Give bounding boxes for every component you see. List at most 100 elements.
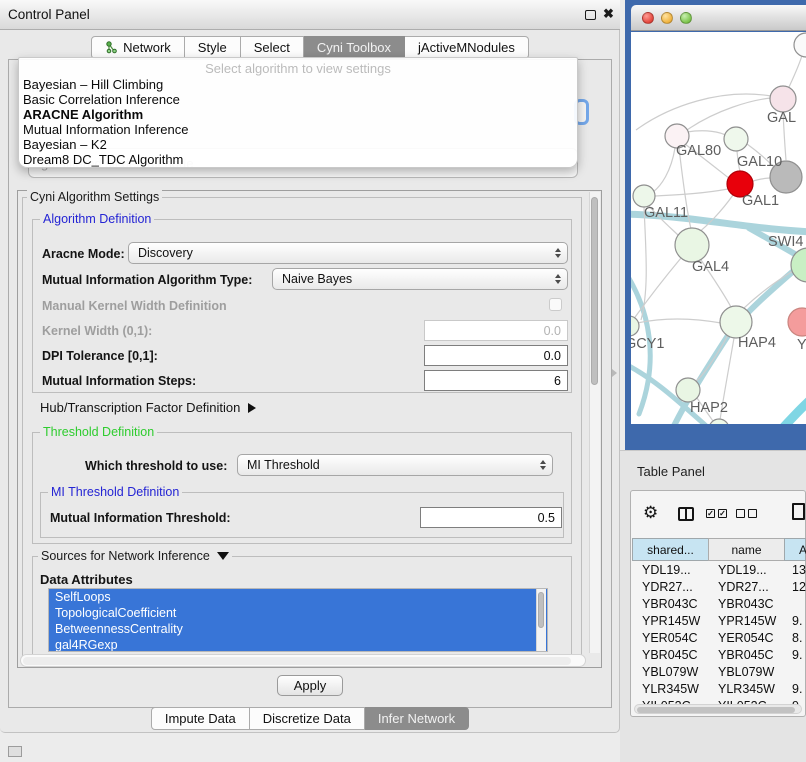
algorithm-option[interactable]: Mutual Information Inference [23, 123, 573, 138]
deselect-all-checkbox-icon[interactable] [736, 509, 745, 518]
dpi-tolerance-field[interactable]: 0.0 [424, 345, 568, 366]
tab-impute-data[interactable]: Impute Data [151, 707, 250, 730]
aracne-mode-combo[interactable]: Discovery [128, 242, 568, 264]
mi-type-value: Naive Bayes [282, 272, 352, 286]
edge [753, 178, 770, 181]
expanded-arrow-icon [217, 552, 229, 560]
network-canvas[interactable]: GAL GAL80 GAL10 GAL1 GAL11 SWI4 GAL4 GCY… [631, 32, 806, 424]
data-attributes-label: Data Attributes [40, 572, 133, 587]
attribute-item-selected[interactable]: gal4RGexp [49, 637, 547, 652]
document-icon[interactable] [792, 503, 805, 520]
scrollbar-thumb[interactable] [538, 592, 544, 628]
algorithm-option-selected[interactable]: ARACNE Algorithm [23, 108, 573, 123]
table-settings-gear-icon[interactable]: ⚙ [643, 503, 658, 523]
algorithm-option[interactable]: Basic Correlation Inference [23, 93, 573, 108]
cell: 9. [792, 682, 802, 696]
network-window-titlebar[interactable] [631, 5, 806, 31]
edge [633, 258, 681, 320]
close-traffic-light-icon[interactable] [642, 12, 654, 24]
node[interactable] [676, 378, 700, 402]
node[interactable] [631, 316, 639, 336]
table-row[interactable]: YBR045CYBR045C9. [632, 648, 806, 665]
node[interactable] [788, 308, 806, 336]
algorithm-dropdown-placeholder: Select algorithm to view settings [19, 61, 577, 76]
tab-network[interactable]: Network [91, 36, 185, 59]
tab-jactivemnodules-label: jActiveMNodules [418, 40, 515, 55]
node-label: Y [797, 337, 806, 353]
settings-horizontal-scrollbar[interactable] [20, 654, 586, 667]
tab-jactivemnodules[interactable]: jActiveMNodules [405, 36, 529, 59]
table-row[interactable]: YDL19...YDL19...13 [632, 563, 806, 580]
bottom-tab-bar: Impute Data Discretize Data Infer Networ… [0, 707, 620, 730]
node[interactable] [770, 86, 796, 112]
deselect-all-checkbox-icon[interactable] [748, 509, 757, 518]
cell: YPR145W [718, 614, 776, 628]
cell: YBR043C [718, 597, 774, 611]
node[interactable] [675, 228, 709, 262]
select-all-checkbox-icon[interactable]: ✓ [706, 509, 715, 518]
table-row[interactable]: YBR043CYBR043C [632, 597, 806, 614]
show-columns-icon[interactable] [678, 507, 694, 521]
table-horizontal-scrollbar[interactable] [634, 704, 802, 714]
node-label: GAL11 [644, 205, 688, 221]
table-row[interactable]: YPR145WYPR145W9. [632, 614, 806, 631]
edge [687, 98, 771, 130]
zoom-traffic-light-icon[interactable] [680, 12, 692, 24]
node[interactable] [720, 306, 752, 338]
edge [687, 131, 727, 136]
which-threshold-combo[interactable]: MI Threshold [237, 454, 553, 476]
float-window-icon[interactable] [585, 10, 596, 20]
attribute-item-selected[interactable]: BetweennessCentrality [49, 621, 547, 637]
table-row[interactable]: YER054CYER054C8. [632, 631, 806, 648]
algorithm-option[interactable]: Dream8 DC_TDC Algorithm [23, 153, 573, 168]
settings-vertical-scrollbar[interactable] [589, 192, 600, 653]
minimize-traffic-light-icon[interactable] [661, 12, 673, 24]
node[interactable] [724, 127, 748, 151]
cell: YBL079W [642, 665, 698, 679]
tab-style[interactable]: Style [185, 36, 241, 59]
scrollbar-thumb[interactable] [23, 657, 571, 665]
column-header-name[interactable]: name [708, 538, 785, 561]
overview-grip-icon[interactable] [8, 746, 22, 757]
node-label: SWI4 [768, 234, 803, 250]
edge [779, 390, 806, 424]
scrollbar-thumb[interactable] [591, 197, 598, 385]
close-icon[interactable]: ✖ [603, 6, 614, 22]
algorithm-option[interactable]: Bayesian – K2 [23, 138, 573, 153]
mi-threshold-field[interactable]: 0.5 [420, 507, 562, 528]
app-root: Control Panel ✖ Network Style Select Cyn… [0, 0, 806, 762]
scrollbar-thumb[interactable] [637, 707, 795, 713]
tab-infer-network[interactable]: Infer Network [365, 707, 469, 730]
mi-type-label: Mutual Information Algorithm Type: [42, 273, 252, 287]
tab-discretize-data[interactable]: Discretize Data [250, 707, 365, 730]
tab-cyni-toolbox[interactable]: Cyni Toolbox [304, 36, 405, 59]
mi-threshold-label: Mutual Information Threshold: [50, 511, 231, 525]
sources-toggle[interactable]: Sources for Network Inference [38, 549, 232, 563]
attribute-item-selected[interactable]: SelfLoops [49, 589, 547, 605]
tab-impute-data-label: Impute Data [165, 711, 236, 726]
tab-network-label: Network [123, 40, 171, 55]
cyni-algorithm-settings-title: Cyni Algorithm Settings [27, 190, 162, 204]
manual-kernel-checkbox[interactable] [549, 298, 562, 311]
table-row[interactable]: YDR27...YDR27...12 [632, 580, 806, 597]
mi-type-combo[interactable]: Naive Bayes [272, 268, 568, 290]
cell: YDR27... [718, 580, 769, 594]
attributes-list-scrollbar[interactable] [536, 589, 546, 651]
hub-definition-toggle[interactable]: Hub/Transcription Factor Definition [40, 400, 256, 415]
select-all-checkbox-icon[interactable]: ✓ [718, 509, 727, 518]
threshold-definition-title: Threshold Definition [40, 425, 157, 439]
algorithm-option[interactable]: Bayesian – Hill Climbing [23, 78, 573, 93]
mi-steps-field[interactable]: 6 [424, 370, 568, 391]
splitter-arrow-icon[interactable] [612, 369, 617, 377]
node[interactable] [633, 185, 655, 207]
tab-select[interactable]: Select [241, 36, 304, 59]
table-row[interactable]: YLR345WYLR345W9. [632, 682, 806, 699]
attribute-item-selected[interactable]: TopologicalCoefficient [49, 605, 547, 621]
table-row[interactable]: YBL079WYBL079W [632, 665, 806, 682]
column-header-partial[interactable]: A [784, 538, 806, 561]
column-header-shared-name[interactable]: shared... [632, 538, 709, 561]
cell: YLR345W [718, 682, 775, 696]
apply-button[interactable]: Apply [277, 675, 343, 696]
table-panel-title: Table Panel [637, 464, 705, 479]
node[interactable] [794, 33, 806, 57]
